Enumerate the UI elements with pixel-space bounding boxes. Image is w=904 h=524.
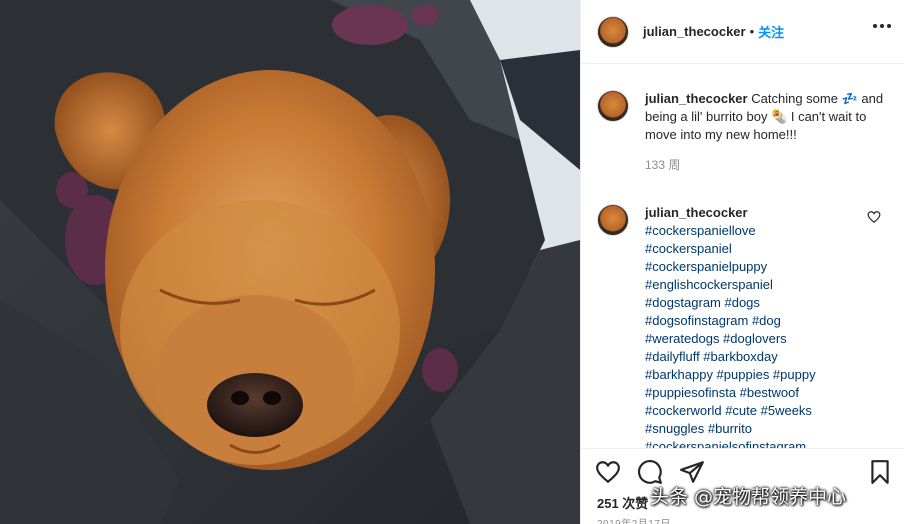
hashtag-line[interactable]: #puppiesofinsta #bestwoof <box>645 384 889 402</box>
bookmark-icon[interactable] <box>867 459 893 485</box>
hashtag-line[interactable]: #cockerspaniel <box>645 240 889 258</box>
hashtag-line[interactable]: #weratedogs #doglovers <box>645 330 889 348</box>
comments-list[interactable]: julian_thecocker Catching some 💤 and bei… <box>581 64 904 448</box>
watermark: 头条 @宠物帮领养中心 <box>650 486 847 508</box>
header-username[interactable]: julian_thecocker <box>643 24 746 39</box>
puppy-image <box>0 0 580 524</box>
like-count[interactable]: 251 次赞 <box>597 493 648 512</box>
hashtag-line[interactable]: #dogsofinstagram #dog <box>645 312 889 330</box>
caption-comment: julian_thecocker Catching some 💤 and bei… <box>597 90 889 174</box>
heart-icon[interactable] <box>867 210 881 224</box>
hashtag-line[interactable]: #cockerworld #cute #5weeks <box>645 402 889 420</box>
hashtag-list: #cockerspaniellove #cockerspaniel #cocke… <box>645 222 889 448</box>
avatar[interactable] <box>597 90 629 122</box>
hashtag-line[interactable]: #dogstagram #dogs <box>645 294 889 312</box>
separator-dot: • <box>749 24 755 39</box>
hashtag-comment: julian_thecocker #cockerspaniellove #coc… <box>597 204 889 448</box>
avatar[interactable] <box>597 204 629 236</box>
avatar[interactable] <box>597 15 629 48</box>
follow-button[interactable]: 关注 <box>758 22 784 41</box>
comment-username[interactable]: julian_thecocker <box>645 91 748 106</box>
comment-age: 133 周 <box>645 158 681 172</box>
post-photo <box>0 0 580 524</box>
hashtag-line[interactable]: #cockerspaniellove <box>645 222 889 240</box>
more-icon[interactable] <box>873 24 891 28</box>
comment-username[interactable]: julian_thecocker <box>645 204 889 222</box>
post-header: julian_thecocker • 关注 <box>581 0 904 64</box>
hashtag-line[interactable]: #barkhappy #puppies #puppy <box>645 366 889 384</box>
hashtag-line[interactable]: #cockerspanielsofinstagram <box>645 438 889 448</box>
hashtag-line[interactable]: #snuggles #burrito <box>645 420 889 438</box>
hashtag-line[interactable]: #englishcockerspaniel <box>645 276 889 294</box>
hashtag-line[interactable]: #dailyfluff #barkboxday <box>645 348 889 366</box>
post-date: 2019年2月17日 <box>597 515 671 524</box>
heart-icon[interactable] <box>595 459 621 485</box>
post-sidebar: julian_thecocker • 关注 julian_thecocker C… <box>580 0 904 524</box>
hashtag-line[interactable]: #cockerspanielpuppy <box>645 258 889 276</box>
